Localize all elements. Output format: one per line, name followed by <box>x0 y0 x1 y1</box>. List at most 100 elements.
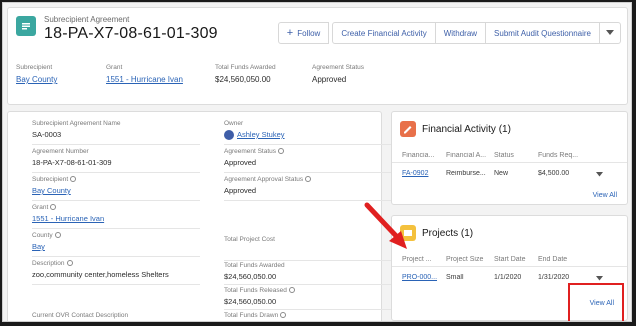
highlight-label: Total Funds Awarded <box>215 64 276 71</box>
field-label: Owner <box>224 120 244 127</box>
chevron-down-icon <box>606 30 614 35</box>
field-value: zoo,community center,homeless Shelters <box>32 270 169 279</box>
column-header[interactable]: End Date <box>538 256 588 263</box>
highlight-value: Approved <box>312 75 347 84</box>
divider <box>32 256 200 257</box>
info-icon[interactable] <box>278 148 285 155</box>
agreement-object-icon <box>16 16 36 36</box>
action-bar: + Follow Create Financial Activity Withd… <box>277 22 621 44</box>
highlight-value: $24,560,050.00 <box>215 75 271 84</box>
divider <box>224 284 392 285</box>
highlight-label: Subrecipient <box>16 64 53 71</box>
withdraw-button[interactable]: Withdraw <box>434 22 487 44</box>
record-title: 18-PA-X7-08-61-01-309 <box>44 25 218 42</box>
field-value: $24,560,050.00 <box>224 272 277 281</box>
field-label: Total Funds Awarded <box>224 262 285 269</box>
table-cell: Reimburse... <box>446 170 486 177</box>
field-label: Subrecipient Agreement Name <box>32 120 121 127</box>
create-financial-activity-button[interactable]: Create Financial Activity <box>332 22 436 44</box>
annotation-highlight-box <box>568 283 624 321</box>
table-row: PRO-000... Small 1/1/2020 1/31/2020 <box>392 274 627 281</box>
field-label: Total Funds Released <box>224 287 384 294</box>
info-icon[interactable] <box>288 287 295 294</box>
column-header[interactable]: Financial A... <box>446 152 494 159</box>
divider <box>32 172 200 173</box>
highlight-agreement-status: Agreement Status Approved <box>312 64 364 84</box>
project-link[interactable]: PRO-000... <box>402 274 446 281</box>
divider <box>32 200 200 201</box>
owner-link[interactable]: Ashley Stukey <box>237 130 285 139</box>
divider <box>32 228 200 229</box>
financial-activity-title[interactable]: Financial Activity (1) <box>422 124 511 135</box>
financial-activity-icon <box>400 121 416 137</box>
more-actions-button[interactable] <box>599 22 621 44</box>
field-value: 18-PA-X7-08-61-01-309 <box>32 158 112 167</box>
subrecipient-link[interactable]: Bay County <box>16 75 57 84</box>
field-label: Current OVR Contact Description <box>32 312 129 319</box>
field-value: Approved <box>224 158 257 167</box>
field-county: County Bay <box>32 232 200 257</box>
column-header[interactable]: Financia... <box>402 152 446 159</box>
financial-activity-card: Financial Activity (1) Financia... Finan… <box>391 111 628 205</box>
field-value: $24,560,050.00 <box>224 297 277 306</box>
field-label: Total Funds Drawn <box>224 312 384 319</box>
follow-button[interactable]: + Follow <box>277 22 330 44</box>
info-icon[interactable] <box>280 312 287 319</box>
record-header: Subrecipient Agreement 18-PA-X7-08-61-01… <box>7 7 628 105</box>
grant-link[interactable]: 1551 - Hurricane Ivan <box>106 75 183 84</box>
projects-title[interactable]: Projects (1) <box>422 228 473 239</box>
highlight-grant: Grant 1551 - Hurricane Ivan <box>106 64 183 84</box>
info-icon[interactable] <box>66 260 73 267</box>
highlight-total-funds: Total Funds Awarded $24,560,050.00 <box>215 64 276 84</box>
highlight-label: Grant <box>106 64 123 71</box>
row-menu-icon[interactable] <box>596 276 603 281</box>
column-header[interactable]: Start Date <box>494 256 538 263</box>
field-total-project-cost: Total Project Cost <box>224 236 392 261</box>
field-approval-status: Agreement Approval Status Approved <box>224 176 392 201</box>
divider <box>224 172 392 173</box>
table-header: Financia... Financial A... Status Funds … <box>392 152 627 159</box>
table-cell: New <box>494 170 509 177</box>
info-icon[interactable] <box>54 232 61 239</box>
subrecipient-field-link[interactable]: Bay County <box>32 186 192 195</box>
field-label: Grant <box>32 204 192 211</box>
column-header[interactable]: Funds Req... <box>538 152 588 159</box>
table-cell: 1/31/2020 <box>538 274 570 281</box>
field-value: SA-0003 <box>32 130 62 139</box>
field-label: Agreement Status <box>224 148 384 155</box>
submit-audit-questionnaire-button[interactable]: Submit Audit Questionnaire <box>485 22 600 44</box>
field-total-funds-awarded: Total Funds Awarded $24,560,050.00 <box>224 262 392 285</box>
divider <box>224 144 392 145</box>
info-icon[interactable] <box>70 176 77 183</box>
info-icon[interactable] <box>305 176 312 183</box>
owner-value: Ashley Stukey <box>224 130 384 141</box>
divider <box>224 309 392 310</box>
field-label: Agreement Approval Status <box>224 176 384 183</box>
follow-label: Follow <box>297 28 321 38</box>
highlight-subrecipient: Subrecipient Bay County <box>16 64 57 84</box>
divider <box>392 162 627 163</box>
financial-activity-view-all-link[interactable]: View All <box>593 192 617 199</box>
field-description: Description zoo,community center,homeles… <box>32 260 200 285</box>
field-label: Description <box>32 260 192 267</box>
county-field-link[interactable]: Bay <box>32 242 192 251</box>
divider <box>392 266 627 267</box>
field-label: Total Project Cost <box>224 236 275 243</box>
info-icon[interactable] <box>50 204 57 211</box>
financial-activity-link[interactable]: FA-0902 <box>402 170 446 177</box>
field-ovr-contact: Current OVR Contact Description <box>32 312 192 319</box>
divider <box>32 144 200 145</box>
avatar <box>224 130 234 141</box>
field-label: Subrecipient <box>32 176 192 183</box>
column-header[interactable]: Project Size <box>446 256 494 263</box>
grant-field-link[interactable]: 1551 - Hurricane Ivan <box>32 214 192 223</box>
detail-panel: Subrecipient Agreement Name SA-0003 Agre… <box>7 111 392 321</box>
column-header[interactable]: Status <box>494 152 538 159</box>
divider <box>224 260 392 261</box>
column-header[interactable]: Project ... <box>402 256 446 263</box>
table-cell: Small <box>446 274 464 281</box>
field-agreement-number: Agreement Number 18-PA-X7-08-61-01-309 <box>32 148 200 173</box>
field-agreement-status: Agreement Status Approved <box>224 148 392 173</box>
row-menu-icon[interactable] <box>596 172 603 177</box>
annotation-arrow-icon <box>364 202 407 249</box>
